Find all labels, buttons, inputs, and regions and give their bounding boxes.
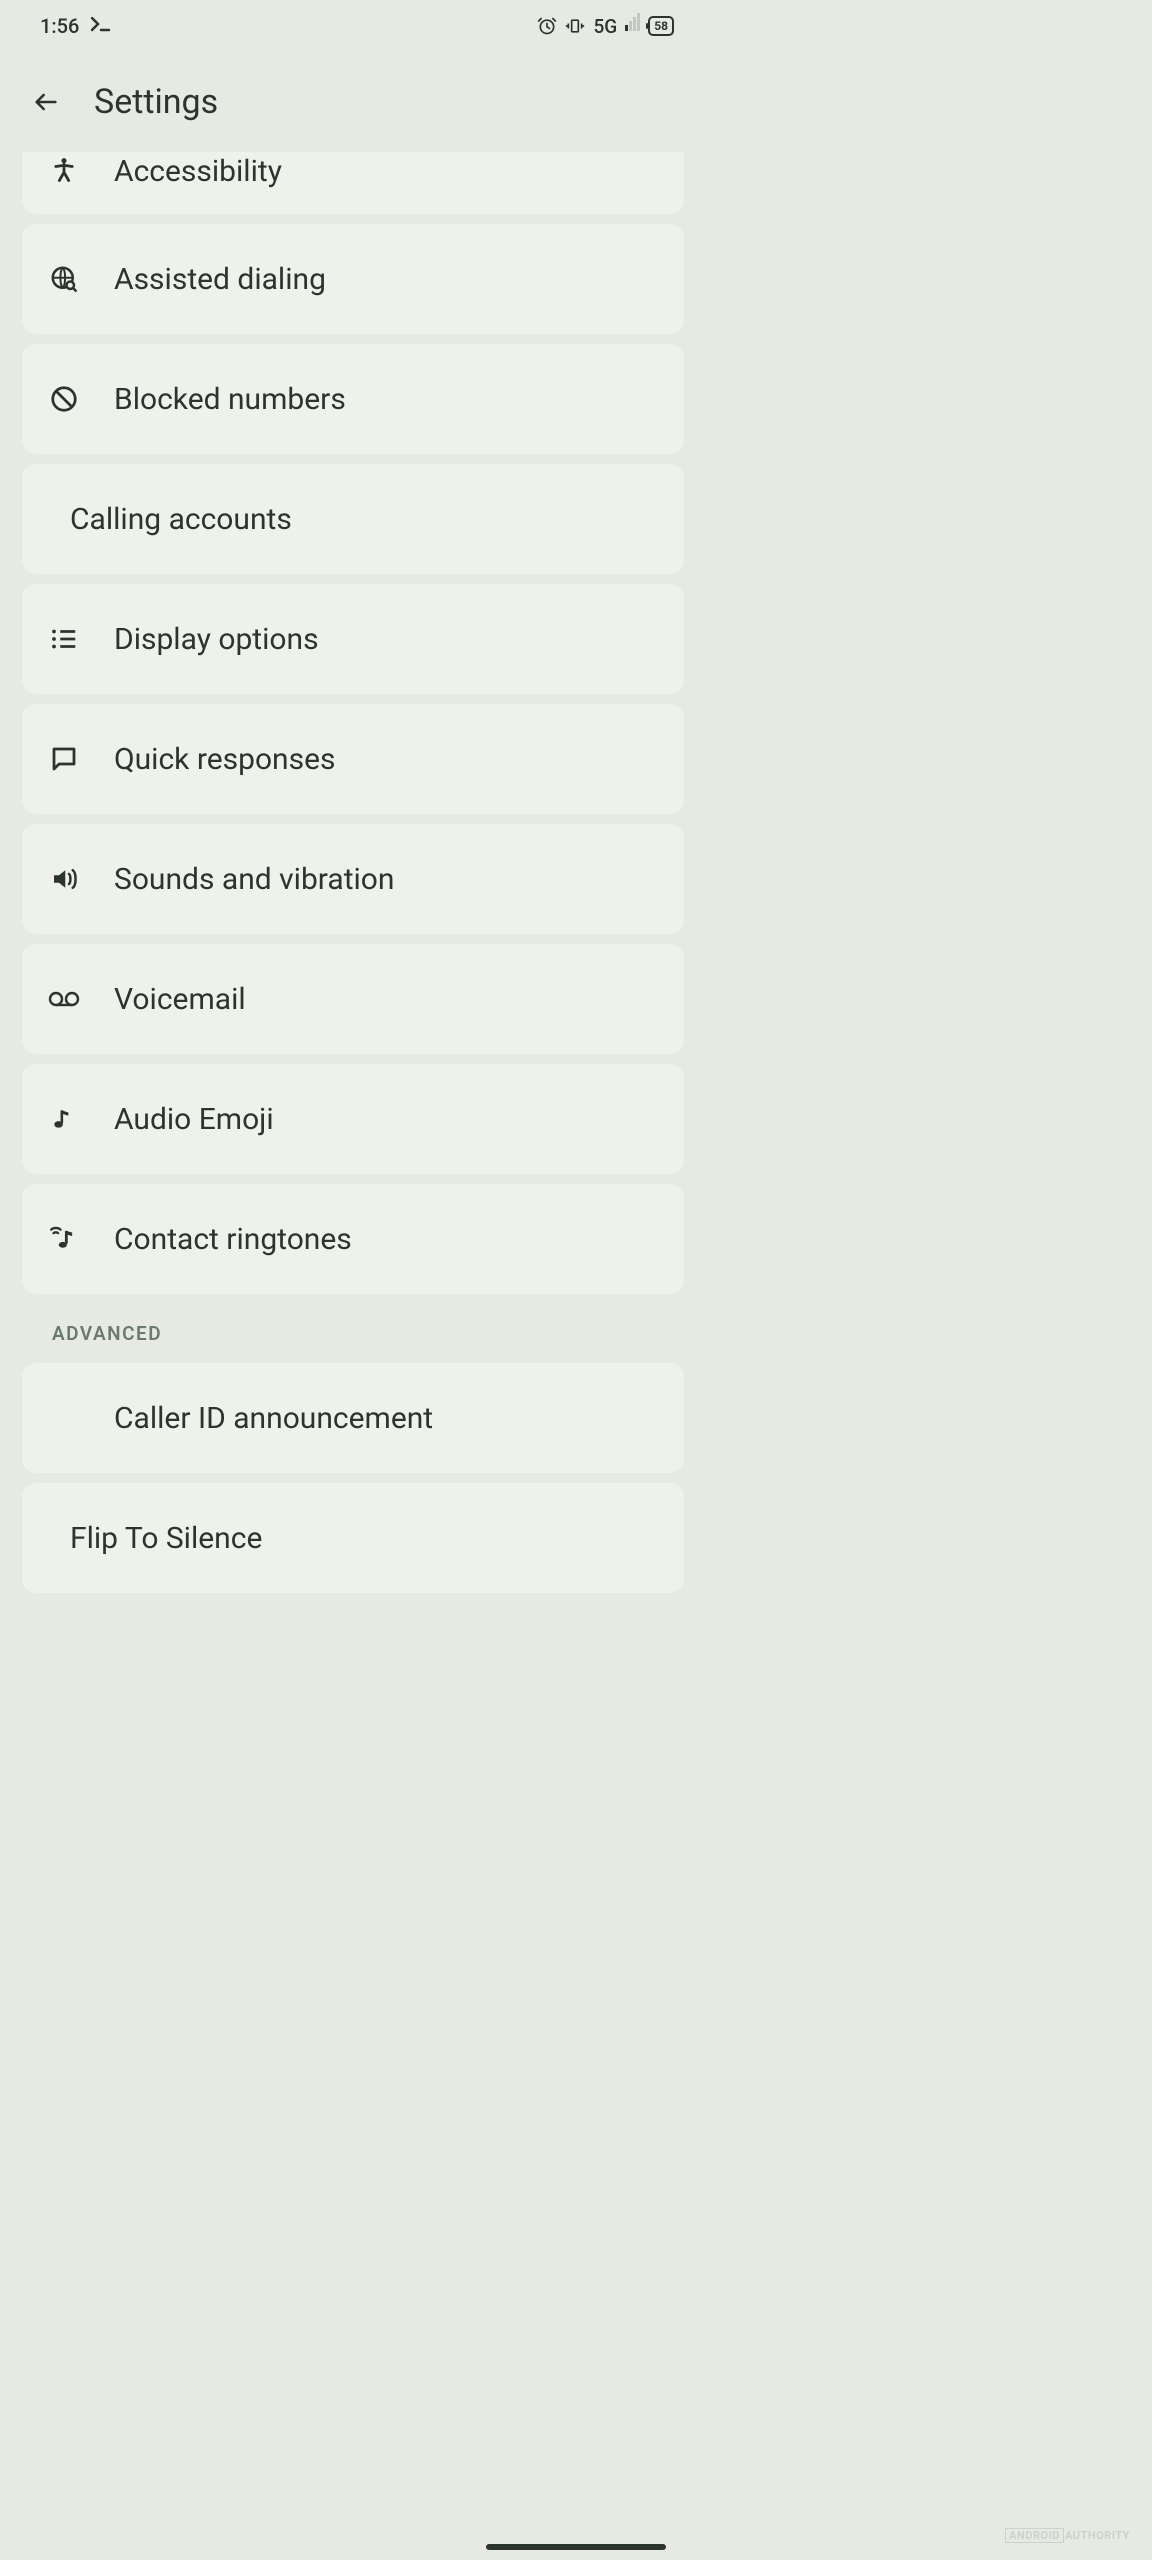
watermark: ANDROIDAUTHORITY	[1005, 2529, 1130, 2542]
block-icon	[48, 383, 80, 415]
status-time: 1:56	[40, 14, 79, 38]
settings-item-caller-id[interactable]: Caller ID announcement	[22, 1363, 684, 1473]
navigation-handle[interactable]	[486, 2544, 666, 2550]
terminal-icon	[91, 14, 113, 38]
item-label: Voicemail	[114, 982, 246, 1017]
item-label: Assisted dialing	[114, 262, 326, 297]
settings-item-sounds-vibration[interactable]: Sounds and vibration	[22, 824, 684, 934]
empty-icon	[48, 1402, 80, 1434]
item-label: Display options	[114, 622, 319, 657]
item-label: Calling accounts	[70, 502, 292, 537]
item-label: Accessibility	[114, 154, 282, 189]
alarm-icon	[537, 16, 557, 36]
accessibility-icon	[48, 154, 80, 186]
settings-item-voicemail[interactable]: Voicemail	[22, 944, 684, 1054]
item-label: Audio Emoji	[114, 1102, 274, 1137]
network-label: 5G	[593, 15, 617, 38]
settings-item-contact-ringtones[interactable]: Contact ringtones	[22, 1184, 684, 1294]
item-label: Quick responses	[114, 742, 336, 777]
chat-icon	[48, 743, 80, 775]
settings-item-blocked-numbers[interactable]: Blocked numbers	[22, 344, 684, 454]
voicemail-icon	[48, 983, 80, 1015]
music-note-icon	[48, 1103, 80, 1135]
list-icon	[48, 623, 80, 655]
settings-item-display-options[interactable]: Display options	[22, 584, 684, 694]
settings-item-calling-accounts[interactable]: Calling accounts	[22, 464, 684, 574]
volume-icon	[48, 863, 80, 895]
settings-list: Accessibility Assisted dialing Blocked n…	[0, 152, 706, 1593]
globe-search-icon	[48, 263, 80, 295]
vibrate-icon	[565, 16, 585, 36]
item-label: Sounds and vibration	[114, 862, 394, 897]
settings-item-audio-emoji[interactable]: Audio Emoji	[22, 1064, 684, 1174]
app-bar: Settings	[0, 52, 706, 152]
settings-item-assisted-dialing[interactable]: Assisted dialing	[22, 224, 684, 334]
status-bar: 1:56 5G 58	[0, 0, 706, 52]
settings-item-accessibility[interactable]: Accessibility	[22, 152, 684, 214]
arrow-left-icon	[32, 88, 60, 116]
item-label: Caller ID announcement	[114, 1401, 433, 1436]
item-label: Contact ringtones	[114, 1222, 352, 1257]
page-title: Settings	[94, 82, 218, 122]
settings-item-quick-responses[interactable]: Quick responses	[22, 704, 684, 814]
item-label: Flip To Silence	[70, 1521, 262, 1556]
item-label: Blocked numbers	[114, 382, 346, 417]
section-header-advanced: ADVANCED	[22, 1304, 684, 1363]
ringtone-icon	[48, 1223, 80, 1255]
signal-icon	[625, 12, 640, 36]
settings-item-flip-to-silence[interactable]: Flip To Silence	[22, 1483, 684, 1593]
back-button[interactable]	[22, 78, 70, 126]
battery-icon: 58	[648, 16, 674, 36]
